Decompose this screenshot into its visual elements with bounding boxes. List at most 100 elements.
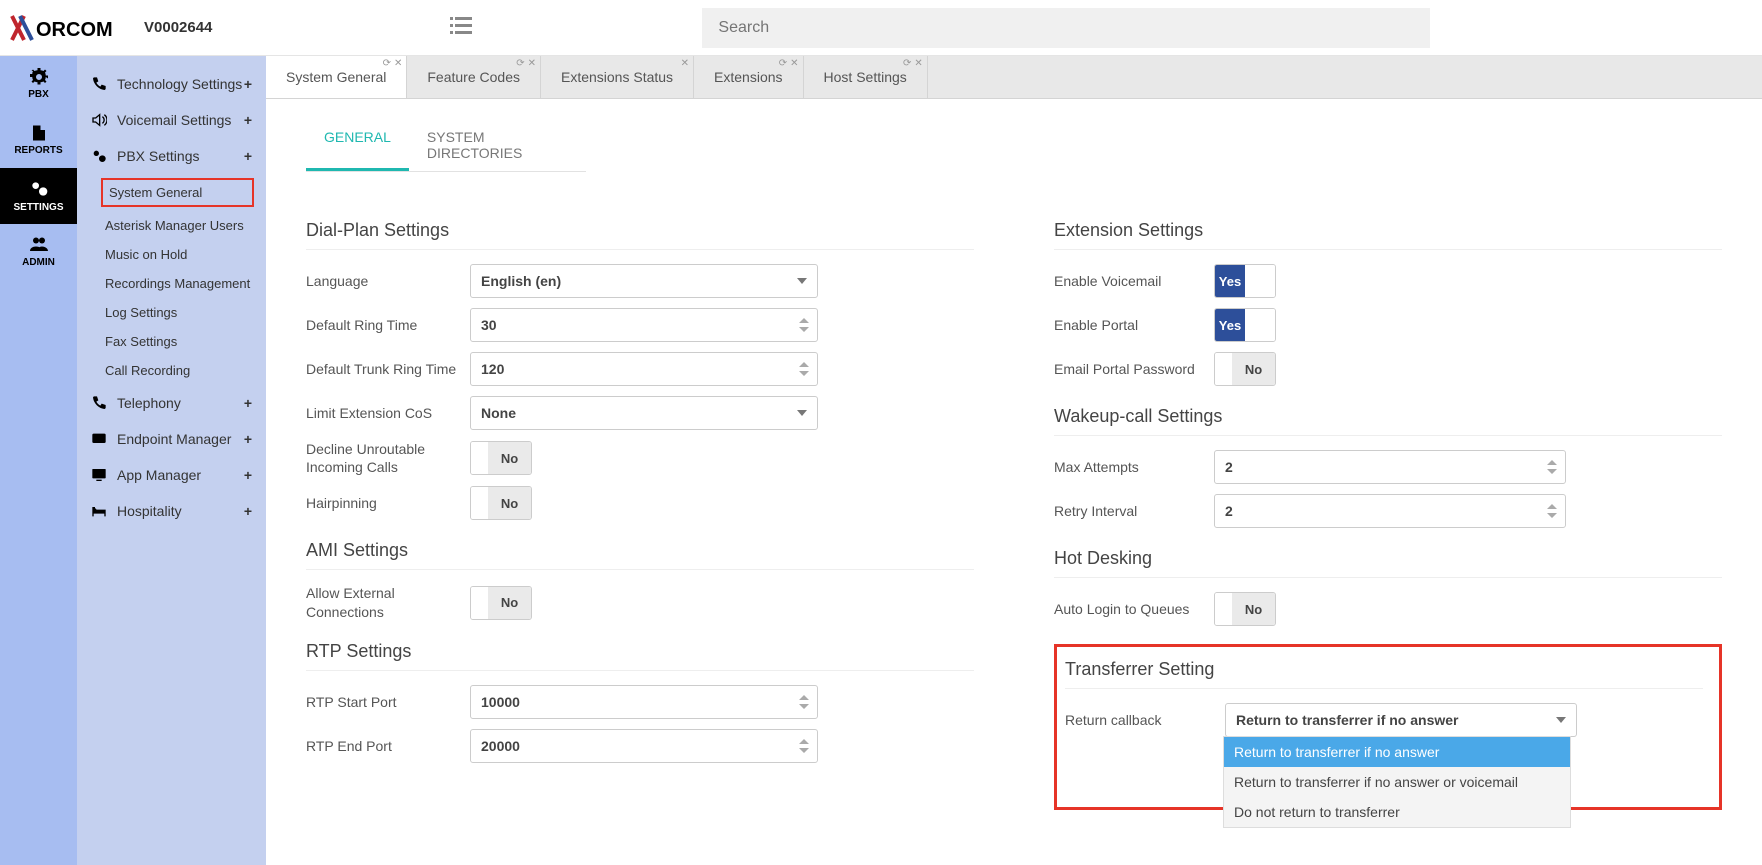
close-icon[interactable]: ✕ (790, 58, 798, 69)
tab-extensions-status[interactable]: Extensions Status✕ (541, 56, 694, 98)
label-auto-login: Auto Login to Queues (1054, 600, 1214, 618)
limit-cos-select[interactable]: None (470, 396, 818, 430)
bed-icon (91, 503, 109, 519)
label-limit-cos: Limit Extension CoS (306, 404, 470, 422)
monitor-icon (91, 467, 109, 483)
close-icon[interactable]: ✕ (681, 58, 689, 69)
plus-icon: + (244, 395, 252, 411)
enable-portal-toggle[interactable]: Yes (1214, 308, 1276, 342)
label-language: Language (306, 272, 470, 290)
speaker-icon (91, 112, 109, 128)
sidebar-group-voicemail[interactable]: Voicemail Settings+ (77, 102, 266, 138)
label-decline-unroutable: Decline Unroutable Incoming Calls (306, 440, 470, 476)
nav-rail: PBX REPORTS SETTINGS ADMIN (0, 56, 77, 865)
sidebar-group-technology[interactable]: Technology Settings+ (77, 66, 266, 102)
label-return-callback: Return callback (1065, 711, 1225, 729)
sidebar-group-appmgr[interactable]: App Manager+ (77, 457, 266, 493)
subtab-system-directories[interactable]: SYSTEM DIRECTORIES (409, 119, 586, 171)
rail-admin[interactable]: ADMIN (0, 224, 77, 280)
list-view-icon[interactable] (450, 17, 472, 38)
close-icon[interactable]: ✕ (914, 58, 922, 69)
sidebar-item-call-recording[interactable]: Call Recording (77, 356, 266, 385)
label-hairpinning: Hairpinning (306, 494, 470, 512)
sidebar-item-music-on-hold[interactable]: Music on Hold (77, 240, 266, 269)
subtab-general[interactable]: GENERAL (306, 119, 409, 171)
rail-settings[interactable]: SETTINGS (0, 168, 77, 224)
hairpin-toggle[interactable]: No (470, 486, 532, 520)
sidebar-group-endpoint[interactable]: Endpoint Manager+ (77, 421, 266, 457)
sidebar-group-pbx-settings[interactable]: PBX Settings+ (77, 138, 266, 174)
dropdown-option[interactable]: Do not return to transferrer (1224, 797, 1570, 827)
plus-icon: + (244, 112, 252, 128)
plus-icon: + (244, 431, 252, 447)
rail-reports[interactable]: REPORTS (0, 112, 77, 168)
tab-feature-codes[interactable]: Feature Codes⟳✕ (407, 56, 541, 98)
default-trunk-ring-input[interactable] (470, 352, 818, 386)
tab-extensions[interactable]: Extensions⟳✕ (694, 56, 803, 98)
close-icon[interactable]: ✕ (394, 58, 402, 69)
label-default-trunk-ring: Default Trunk Ring Time (306, 360, 470, 378)
auto-login-toggle[interactable]: No (1214, 592, 1276, 626)
label-email-portal: Email Portal Password (1054, 360, 1214, 378)
tab-host-settings[interactable]: Host Settings⟳✕ (804, 56, 928, 98)
email-portal-toggle[interactable]: No (1214, 352, 1276, 386)
label-enable-vm: Enable Voicemail (1054, 272, 1214, 290)
tabs-bar: System General⟳✕ Feature Codes⟳✕ Extensi… (266, 56, 1762, 99)
label-default-ring: Default Ring Time (306, 316, 470, 334)
refresh-icon[interactable]: ⟳ (903, 58, 911, 69)
phone-icon (91, 76, 109, 92)
label-retry-interval: Retry Interval (1054, 502, 1214, 520)
sidebar-group-hospitality[interactable]: Hospitality+ (77, 493, 266, 529)
handset-icon (91, 395, 109, 411)
section-dialplan: Dial-Plan Settings (306, 220, 974, 241)
svg-text:ORCOM: ORCOM (36, 19, 113, 41)
section-transferrer: Transferrer Setting (1065, 659, 1703, 680)
dropdown-option[interactable]: Return to transferrer if no answer (1224, 737, 1570, 767)
sidebar: Technology Settings+ Voicemail Settings+… (77, 56, 266, 865)
gears-icon (91, 148, 109, 164)
default-ring-input[interactable] (470, 308, 818, 342)
refresh-icon[interactable]: ⟳ (779, 58, 787, 69)
language-select[interactable]: English (en) (470, 264, 818, 298)
plus-icon: + (244, 503, 252, 519)
logo: ORCOM (10, 14, 140, 42)
enable-vm-toggle[interactable]: Yes (1214, 264, 1276, 298)
subtabs: GENERAL SYSTEM DIRECTORIES (306, 119, 586, 172)
transferrer-highlight: Transferrer Setting Return callback Retu… (1054, 644, 1722, 810)
close-icon[interactable]: ✕ (528, 58, 536, 69)
section-wakeup: Wakeup-call Settings (1054, 406, 1722, 427)
return-callback-dropdown: Return to transferrer if no answer Retur… (1223, 736, 1571, 828)
rtp-start-input[interactable] (470, 685, 818, 719)
decline-toggle[interactable]: No (470, 441, 532, 475)
tab-system-general[interactable]: System General⟳✕ (266, 56, 407, 98)
sidebar-item-fax-settings[interactable]: Fax Settings (77, 327, 266, 356)
plus-icon: + (244, 148, 252, 164)
section-rtp: RTP Settings (306, 641, 974, 662)
max-attempts-input[interactable] (1214, 450, 1566, 484)
plus-icon: + (244, 467, 252, 483)
label-enable-portal: Enable Portal (1054, 316, 1214, 334)
rtp-end-input[interactable] (470, 729, 818, 763)
plus-icon: + (244, 76, 252, 92)
deskphone-icon (91, 431, 109, 447)
rail-pbx[interactable]: PBX (0, 56, 77, 112)
label-max-attempts: Max Attempts (1054, 458, 1214, 476)
sidebar-group-telephony[interactable]: Telephony+ (77, 385, 266, 421)
refresh-icon[interactable]: ⟳ (516, 58, 524, 69)
section-extension: Extension Settings (1054, 220, 1722, 241)
retry-interval-input[interactable] (1214, 494, 1566, 528)
label-rtp-start: RTP Start Port (306, 693, 470, 711)
dropdown-option[interactable]: Return to transferrer if no answer or vo… (1224, 767, 1570, 797)
sidebar-item-system-general[interactable]: System General (101, 178, 254, 207)
allow-external-toggle[interactable]: No (470, 586, 532, 620)
return-callback-select[interactable]: Return to transferrer if no answer (1225, 703, 1577, 737)
refresh-icon[interactable]: ⟳ (383, 58, 391, 69)
label-rtp-end: RTP End Port (306, 737, 470, 755)
sidebar-item-log-settings[interactable]: Log Settings (77, 298, 266, 327)
sidebar-item-recordings[interactable]: Recordings Management (77, 269, 266, 298)
sidebar-item-asterisk-manager[interactable]: Asterisk Manager Users (77, 211, 266, 240)
section-hotdesk: Hot Desking (1054, 548, 1722, 569)
section-ami: AMI Settings (306, 540, 974, 561)
topbar: ORCOM V0002644 (0, 0, 1762, 56)
search-input[interactable] (702, 8, 1430, 48)
